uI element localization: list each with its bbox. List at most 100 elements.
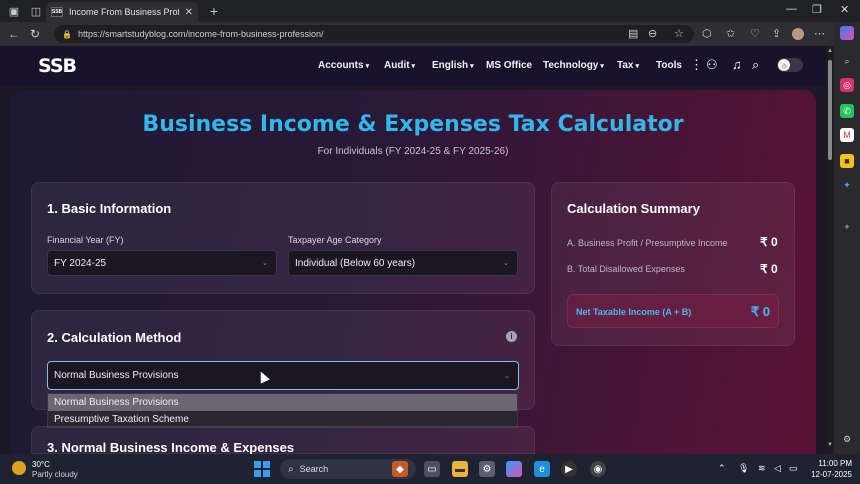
net-taxable-income-box: Net Taxable Income (A + B) ₹ 0 [567,294,779,328]
menu-technology[interactable]: Technology ▾ [543,60,604,71]
chevron-down-icon: ⌄ [504,372,510,380]
calculation-method-heading: 2. Calculation Method [47,330,182,345]
back-arrow-icon[interactable]: ← [8,27,20,41]
site-logo[interactable]: SSB [38,54,84,78]
site-logo-text: SSB [38,55,77,77]
net-taxable-income-label: Net Taxable Income (A + B) [576,307,692,317]
tab-title: Income From Business Professio [69,7,179,17]
settings-gear-icon[interactable]: ⚙ [479,461,495,477]
tray-chevron-up-icon[interactable]: ⌃ [718,463,726,474]
instagram-icon[interactable]: ◎ [840,78,854,92]
new-tab-icon[interactable]: + [204,1,224,21]
task-view-icon[interactable]: ▭ [424,461,440,477]
notification-bell-icon[interactable]: ♫ [732,57,742,72]
user-icon[interactable]: ⚇ [706,57,718,73]
chevron-down-icon: ▾ [411,63,416,70]
windows-taskbar: 30°C Partly cloudy ⌕ Search ◆ ▭ ▬ ⚙ e ▶ … [0,454,860,484]
browser-tab-active[interactable]: SSB Income From Business Professio ✕ [46,2,198,22]
maximize-icon[interactable]: ❐ [812,3,822,16]
search-highlight-icon[interactable]: ◆ [392,461,408,477]
sidebar-search-icon[interactable]: ⌕ [840,54,854,68]
fy-select-value: FY 2024-25 [54,257,107,269]
menu-accounts[interactable]: Accounts ▾ [318,60,369,71]
tracking-icon[interactable]: ⊖ [648,27,657,40]
scroll-down-icon[interactable]: ▼ [826,442,834,448]
age-category-select[interactable]: Individual (Below 60 years) ⌄ [288,250,518,276]
windows-start-icon[interactable] [254,461,270,477]
battery-icon[interactable]: ▭ [789,463,798,474]
search-icon: ⌕ [288,463,294,475]
copilot-app-icon[interactable] [506,461,522,477]
summary-row-a-value: ₹ 0 [760,235,778,249]
menu-tax[interactable]: Tax ▾ [617,60,639,71]
chrome-icon[interactable]: ◉ [590,461,606,477]
page-title: Business Income & Expenses Tax Calculato… [142,112,684,137]
scroll-up-icon[interactable]: ▲ [826,48,834,54]
weather-condition: Partly cloudy [32,470,78,479]
url-text: https://smartstudyblog.com/income-from-b… [77,29,324,39]
gmail-icon[interactable]: M [840,128,854,142]
wifi-icon[interactable]: ≋ [758,463,766,474]
media-player-icon[interactable]: ▶ [561,461,577,477]
option-normal-business[interactable]: Normal Business Provisions [48,394,517,411]
minimize-icon[interactable]: — [786,3,797,15]
extensions-icon[interactable]: ⬡ [702,27,712,40]
sidebar-settings-icon[interactable]: ⚙ [840,432,854,446]
workspaces-icon[interactable]: ▣ [4,1,24,21]
favorites-icon[interactable]: ✩ [726,27,735,40]
browser-tab-strip: ▣ ◫ SSB Income From Business Professio ✕… [0,0,860,22]
close-window-icon[interactable]: ✕ [840,3,849,16]
vertical-dots-icon[interactable]: ⋮ [690,57,703,73]
add-sidebar-app-icon[interactable]: + [840,220,854,234]
copilot-icon[interactable] [840,26,854,40]
browser-sidebar: ⌕ ◎ ✆ M ■ ✦ + ⚙ [834,22,860,454]
tab-actions-icon[interactable]: ◫ [26,1,46,21]
page-scrollbar[interactable]: ▲ ▼ [826,46,834,454]
menu-audit[interactable]: Audit ▾ [384,60,415,71]
favicon-icon: SSB [51,7,63,17]
search-icon[interactable]: ⌕ [752,57,759,73]
age-category-value: Individual (Below 60 years) [295,257,416,269]
summary-row-b-value: ₹ 0 [760,262,778,276]
calculation-method-select[interactable]: Normal Business Provisions ⌄ [47,361,519,390]
info-icon[interactable]: i [506,331,517,342]
refresh-icon[interactable]: ↻ [30,27,40,41]
taskbar-search-label: Search [299,464,329,474]
close-tab-icon[interactable]: ✕ [185,7,193,18]
sun-icon: ☼ [778,59,790,71]
more-menu-icon[interactable]: ⋯ [814,27,825,40]
url-field[interactable]: 🔒 https://smartstudyblog.com/income-from… [54,25,694,43]
scrollbar-thumb[interactable] [828,60,832,160]
chevron-down-icon: ▾ [600,63,604,70]
edge-browser-icon[interactable]: e [534,461,550,477]
microphone-icon[interactable]: 🎙 [738,463,749,474]
menu-ms-office[interactable]: MS Office [486,60,532,71]
volume-icon[interactable]: ◁ [774,463,781,474]
fy-label: Financial Year (FY) [47,235,124,245]
file-explorer-icon[interactable]: ▬ [452,461,468,477]
read-mode-icon[interactable]: ▤ [628,27,638,40]
sparkle-icon[interactable]: ✦ [840,178,854,192]
basic-info-heading: 1. Basic Information [47,201,172,216]
summary-row-a-label: A. Business Profit / Presumptive Income [567,238,728,248]
calculation-method-dropdown: Normal Business Provisions Presumptive T… [47,393,518,428]
share-icon[interactable]: ⇪ [772,27,781,40]
whatsapp-icon[interactable]: ✆ [840,104,854,118]
profile-avatar[interactable] [792,28,804,40]
address-bar-row: ← ↻ 🔒 https://smartstudyblog.com/income-… [0,22,860,46]
favorite-star-icon[interactable]: ☆ [674,27,684,40]
theme-toggle[interactable]: ☼ [777,58,803,72]
browser-essentials-icon[interactable]: ♡ [750,27,760,40]
calculation-method-value: Normal Business Provisions [54,370,179,381]
menu-tools[interactable]: Tools [656,60,682,71]
weather-sun-icon [12,461,26,475]
chevron-down-icon: ⌄ [503,260,509,267]
fy-select[interactable]: FY 2024-25 ⌄ [47,250,277,276]
lock-icon: 🔒 [62,29,72,39]
chevron-down-icon: ▾ [470,63,474,70]
menu-english[interactable]: English ▾ [432,60,474,71]
notes-icon[interactable]: ■ [840,154,854,168]
age-category-label: Taxpayer Age Category [288,235,382,245]
system-clock[interactable]: 11:00 PM 12-07-2025 [806,459,852,479]
chevron-down-icon: ▾ [365,63,370,70]
